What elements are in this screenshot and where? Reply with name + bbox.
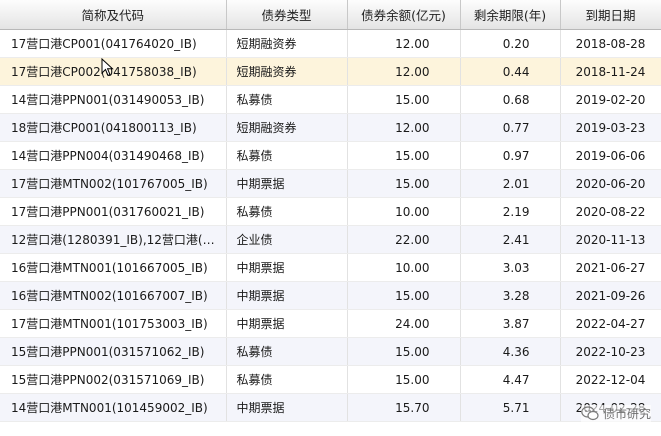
cell-name: 15营口港PPN001(031571062_IB) [0, 337, 227, 366]
cell-balance: 15.00 [347, 169, 461, 198]
cell-balance: 15.00 [347, 365, 461, 394]
cell-balance: 12.00 [347, 29, 461, 58]
cell-type: 私募债 [226, 197, 348, 226]
cell-date: 2020-08-22 [560, 197, 661, 226]
cell-balance: 24.00 [347, 309, 461, 338]
cell-type: 短期融资券 [226, 113, 348, 142]
cell-name: 17营口港MTN001(101753003_IB) [0, 309, 227, 338]
cell-balance: 15.70 [347, 393, 461, 422]
cell-type: 私募债 [226, 365, 348, 394]
cell-date: 2018-11-24 [560, 57, 661, 86]
cell-type: 中期票据 [226, 393, 348, 422]
cell-balance: 12.00 [347, 113, 461, 142]
cell-name: 15营口港PPN002(031571069_IB) [0, 365, 227, 394]
watermark-text: 债市研究 [602, 407, 651, 421]
cell-name: 14营口港PPN001(031490053_IB) [0, 85, 227, 114]
table-row[interactable]: 15营口港PPN001(031571062_IB) 私募债 15.00 4.36 202… [0, 337, 661, 366]
cell-term: 0.77 [460, 113, 561, 142]
table-row[interactable]: 14营口港PPN001(031490053_IB) 私募债 15.00 0.68 201… [0, 85, 661, 114]
table-body: 17营口港CP001(041764020_IB) 短期融资券 12.00 0.20 20… [0, 29, 661, 422]
cell-date: 2018-08-28 [560, 29, 661, 58]
cell-name: 14营口港MTN001(101459002_IB) [0, 393, 227, 422]
table-row[interactable]: 17营口港CP002(041758038_IB) 短期融资券 12.00 0.44 20… [0, 57, 661, 86]
col-header-type[interactable]: 债券类型 [226, 0, 348, 30]
col-header-name[interactable]: 简称及代码 [0, 0, 227, 30]
cell-name: 16营口港MTN002(101667007_IB) [0, 281, 227, 310]
cell-term: 5.71 [460, 393, 561, 422]
col-header-term[interactable]: 剩余期限(年) [460, 0, 561, 30]
cell-term: 3.03 [460, 253, 561, 282]
col-header-balance[interactable]: 债券余额(亿元) [347, 0, 461, 30]
cell-date: 2019-02-20 [560, 85, 661, 114]
cell-name: 12营口港(1280391_IB),12营口港(122184.SH) [0, 225, 227, 254]
cell-balance: 15.00 [347, 85, 461, 114]
cell-type: 私募债 [226, 85, 348, 114]
cell-date: 2019-06-06 [560, 141, 661, 170]
cell-name: 14营口港PPN004(031490468_IB) [0, 141, 227, 170]
cell-name: 18营口港CP001(041800113_IB) [0, 113, 227, 142]
cell-balance: 15.00 [347, 281, 461, 310]
wechat-icon [581, 406, 599, 421]
cell-date: 2022-10-23 [560, 337, 661, 366]
table-row[interactable]: 15营口港PPN002(031571069_IB) 私募债 15.00 4.47 202… [0, 365, 661, 394]
cell-date: 2021-09-26 [560, 281, 661, 310]
cell-type: 中期票据 [226, 281, 348, 310]
cell-balance: 10.00 [347, 253, 461, 282]
cell-type: 私募债 [226, 141, 348, 170]
table-header: 简称及代码 债券类型 债券余额(亿元) 剩余期限(年) 到期日期 [0, 0, 661, 30]
table-row[interactable]: 17营口港CP001(041764020_IB) 短期融资券 12.00 0.20 20… [0, 29, 661, 58]
cell-date: 2020-11-13 [560, 225, 661, 254]
cell-term: 0.20 [460, 29, 561, 58]
cell-type: 短期融资券 [226, 29, 348, 58]
cell-name: 17营口港PPN001(031760021_IB) [0, 197, 227, 226]
watermark: 债市研究 [580, 405, 651, 422]
header-row: 简称及代码 债券类型 债券余额(亿元) 剩余期限(年) 到期日期 [0, 0, 661, 30]
cell-type: 私募债 [226, 337, 348, 366]
cell-balance: 15.00 [347, 337, 461, 366]
cell-term: 0.68 [460, 85, 561, 114]
col-header-date[interactable]: 到期日期 [560, 0, 661, 30]
cell-balance: 22.00 [347, 225, 461, 254]
cell-type: 中期票据 [226, 169, 348, 198]
table-row[interactable]: 17营口港MTN002(101767005_IB) 中期票据 15.00 2.01 20… [0, 169, 661, 198]
cell-type: 企业债 [226, 225, 348, 254]
table-row[interactable]: 12营口港(1280391_IB),12营口港(122184.SH)企业债22.… [0, 225, 661, 254]
table-row[interactable]: 14营口港MTN001(101459002_IB)中期票据15.705.7120… [0, 393, 661, 422]
cell-balance: 12.00 [347, 57, 461, 86]
table-row[interactable]: 14营口港PPN004(031490468_IB) 私募债 15.00 0.97 201… [0, 141, 661, 170]
cell-term: 2.01 [460, 169, 561, 198]
cell-date: 2022-12-04 [560, 365, 661, 394]
cell-type: 中期票据 [226, 253, 348, 282]
cell-term: 2.19 [460, 197, 561, 226]
cell-date: 2022-04-27 [560, 309, 661, 338]
cell-name: 17营口港CP002(041758038_IB) [0, 57, 227, 86]
cell-term: 4.47 [460, 365, 561, 394]
cell-date: 2019-03-23 [560, 113, 661, 142]
table-row[interactable]: 18营口港CP001(041800113_IB) 短期融资券 12.00 0.77 20… [0, 113, 661, 142]
cell-type: 短期融资券 [226, 57, 348, 86]
cell-balance: 15.00 [347, 141, 461, 170]
cell-name: 17营口港CP001(041764020_IB) [0, 29, 227, 58]
table-row[interactable]: 17营口港PPN001(031760021_IB) 私募债 10.00 2.19 202… [0, 197, 661, 226]
table-row[interactable]: 16营口港MTN002(101667007_IB) 中期票据 15.00 3.28 20… [0, 281, 661, 310]
cell-date: 2020-06-20 [560, 169, 661, 198]
cell-term: 0.44 [460, 57, 561, 86]
table-row[interactable]: 17营口港MTN001(101753003_IB) 中期票据 24.00 3.87 20… [0, 309, 661, 338]
cell-term: 0.97 [460, 141, 561, 170]
cell-date: 2021-06-27 [560, 253, 661, 282]
cell-name: 17营口港MTN002(101767005_IB) [0, 169, 227, 198]
table-row[interactable]: 16营口港MTN001(101667005_IB) 中期票据 10.00 3.03 20… [0, 253, 661, 282]
cell-balance: 10.00 [347, 197, 461, 226]
cell-type: 中期票据 [226, 309, 348, 338]
cell-term: 4.36 [460, 337, 561, 366]
cell-name: 16营口港MTN001(101667005_IB) [0, 253, 227, 282]
cell-term: 3.87 [460, 309, 561, 338]
bond-table: 简称及代码 债券类型 债券余额(亿元) 剩余期限(年) 到期日期 17营口港CP… [0, 0, 661, 422]
cell-term: 3.28 [460, 281, 561, 310]
cell-term: 2.41 [460, 225, 561, 254]
